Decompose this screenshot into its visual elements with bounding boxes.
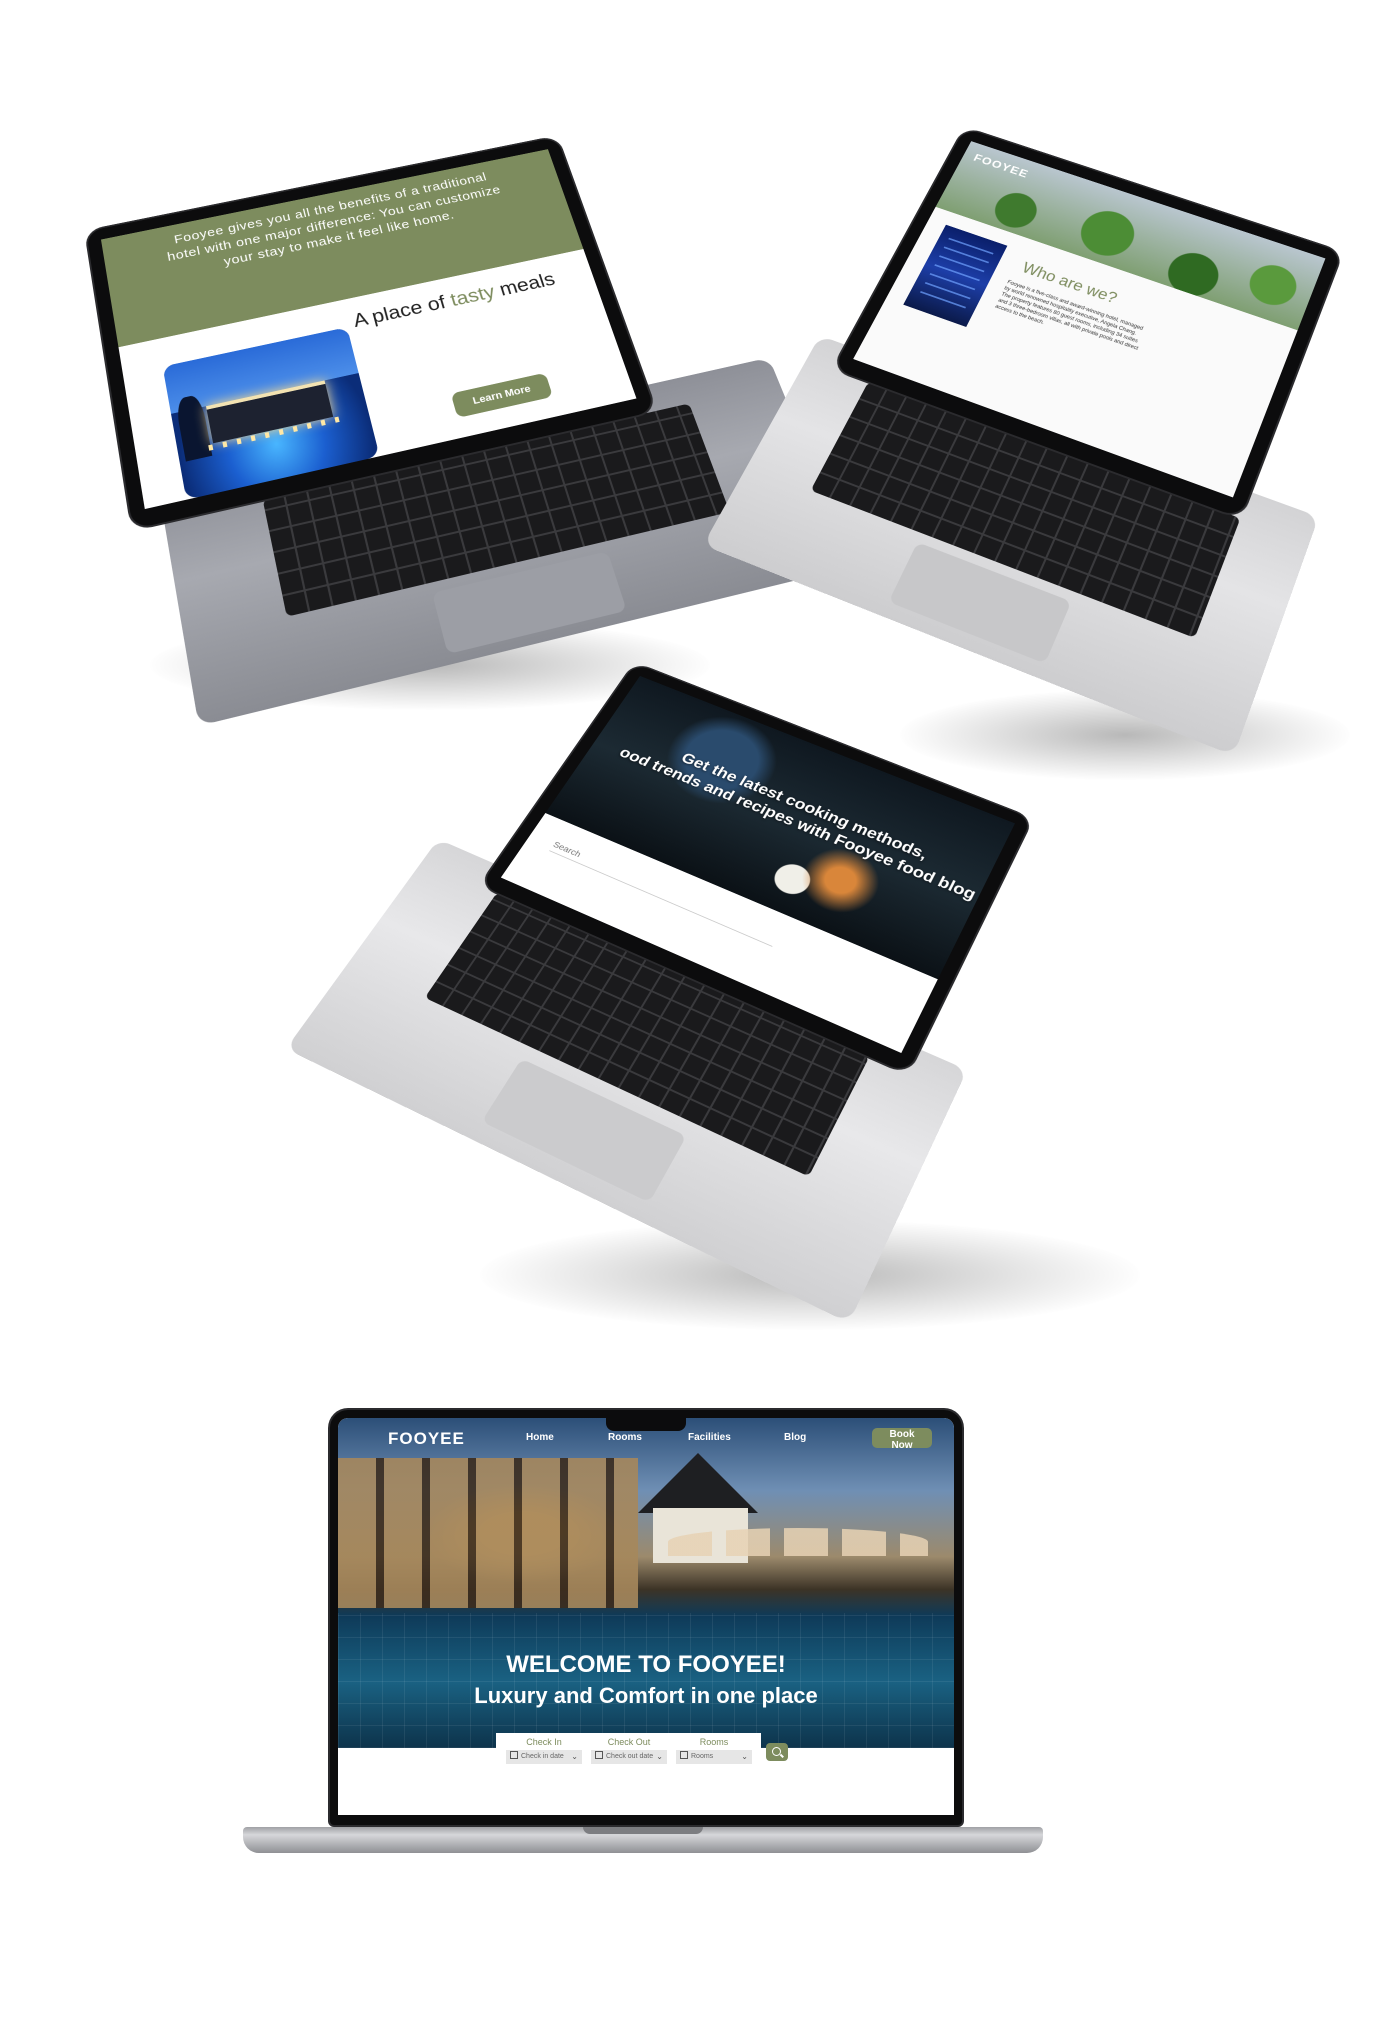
check-in-placeholder: Check in date [521,1753,564,1760]
calendar-icon [595,1751,603,1759]
hero-title: WELCOME TO FOOYEE! [506,1651,786,1678]
rooms-group: Rooms Rooms ⌄ [676,1737,752,1764]
check-in-label: Check In [526,1737,562,1747]
intro-line: hotel with one major difference: You can… [166,183,503,265]
resort-pool-image [162,327,380,500]
hotel-tower-image [903,224,1008,327]
intro-band: Fooyee gives you all the benefits of a t… [100,149,584,348]
check-out-group: Check Out Check out date ⌄ [591,1737,667,1764]
base-groove [583,1827,703,1834]
booking-bar: Check In Check in date ⌄ Check Out Check … [496,1733,761,1775]
rooms-field[interactable]: Rooms ⌄ [676,1750,752,1764]
check-out-label: Check Out [607,1737,651,1747]
heading-text: A place of [350,290,454,332]
hero-subtitle: Luxury and Comfort in one place [474,1683,818,1708]
search-button[interactable] [766,1743,788,1761]
check-out-field[interactable]: Check out date ⌄ [591,1750,667,1764]
screen: FOOYEE Home Rooms Facilities Blog Book N… [338,1418,954,1815]
learn-more-button[interactable]: Learn More [450,372,554,418]
nav-home[interactable]: Home [526,1432,554,1443]
chevron-down-icon: ⌄ [656,1752,663,1761]
check-in-field[interactable]: Check in date ⌄ [506,1750,582,1764]
check-out-placeholder: Check out date [606,1753,654,1760]
chevron-down-icon: ⌄ [741,1752,748,1761]
book-now-button[interactable]: Book Now [872,1428,932,1451]
search-icon [772,1747,781,1756]
laptop-base [243,1827,1043,1853]
laptop-mockup-hotel-home: FOOYEE Home Rooms Facilities Blog Book N… [330,1410,962,1825]
calendar-icon [510,1751,518,1759]
nav-blog[interactable]: Blog [784,1432,806,1443]
brand-logo[interactable]: FOOYEE [388,1429,465,1449]
rooms-placeholder: Rooms [691,1753,714,1760]
chevron-down-icon: ⌄ [571,1752,578,1761]
check-in-group: Check In Check in date ⌄ [506,1737,582,1764]
nav-rooms[interactable]: Rooms [608,1432,642,1443]
nav-facilities[interactable]: Facilities [688,1432,731,1443]
camera-notch [606,1418,686,1431]
heading-text: meals [491,268,558,302]
rooms-label: Rooms [699,1737,729,1747]
heading-accent: tasty [447,281,498,311]
calendar-icon [680,1751,688,1759]
